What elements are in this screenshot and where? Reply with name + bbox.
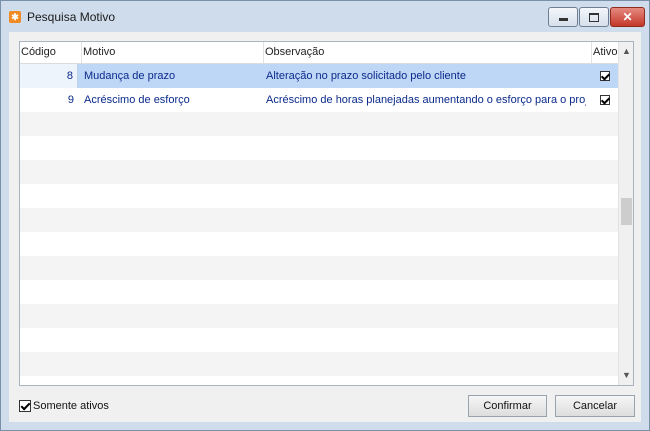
row-observacao[interactable]: Acréscimo de horas planejadas aumentando… [266, 88, 586, 112]
maximize-icon [589, 12, 599, 22]
empty-row [20, 136, 618, 160]
column-header-motivo[interactable]: Motivo [82, 42, 264, 63]
confirm-button[interactable]: Confirmar [468, 395, 547, 417]
vertical-scrollbar[interactable]: ▲ ▼ [618, 42, 633, 385]
cancel-button[interactable]: Cancelar [555, 395, 635, 417]
row-ativo[interactable] [596, 88, 614, 112]
empty-row [20, 160, 618, 184]
row-codigo[interactable]: 8 [20, 64, 78, 88]
title-bar[interactable]: ✱ Pesquisa Motivo ✕ [1, 1, 649, 33]
column-header-codigo[interactable]: Código [20, 42, 82, 63]
dialog-window: ✱ Pesquisa Motivo ✕ Código Motivo Observ… [0, 0, 650, 431]
grid-header: Código Motivo Observação Ativo [20, 42, 618, 64]
minimize-icon [558, 18, 568, 21]
ativo-checkbox[interactable] [600, 95, 610, 105]
row-ativo[interactable] [596, 64, 614, 88]
row-motivo[interactable]: Mudança de prazo [84, 64, 262, 88]
only-active-filter[interactable]: Somente ativos [19, 400, 109, 412]
window-title: Pesquisa Motivo [27, 10, 116, 24]
maximize-button[interactable] [579, 7, 609, 27]
empty-row [20, 184, 618, 208]
empty-row [20, 280, 618, 304]
scroll-up-arrow-icon[interactable]: ▲ [619, 44, 633, 59]
empty-row [20, 232, 618, 256]
grid-rows: 8 Mudança de prazo Alteração no prazo so… [20, 64, 618, 385]
empty-row [20, 208, 618, 232]
empty-row [20, 328, 618, 352]
ativo-checkbox[interactable] [600, 71, 610, 81]
empty-row [20, 304, 618, 328]
empty-row [20, 256, 618, 280]
only-active-label[interactable]: Somente ativos [33, 400, 109, 412]
column-header-ativo[interactable]: Ativo [592, 42, 618, 63]
scroll-down-arrow-icon[interactable]: ▼ [619, 368, 633, 383]
table-row[interactable]: 9 Acréscimo de esforço Acréscimo de hora… [20, 88, 618, 112]
close-button[interactable]: ✕ [610, 7, 645, 27]
app-logo-icon: ✱ [9, 11, 21, 23]
minimize-button[interactable] [548, 7, 578, 27]
close-icon: ✕ [622, 10, 633, 24]
row-observacao[interactable]: Alteração no prazo solicitado pelo clien… [266, 64, 586, 88]
column-header-observacao[interactable]: Observação [264, 42, 592, 63]
empty-row [20, 112, 618, 136]
row-codigo[interactable]: 9 [20, 88, 78, 112]
only-active-checkbox[interactable] [19, 400, 31, 412]
empty-row [20, 352, 618, 376]
table-row[interactable]: 8 Mudança de prazo Alteração no prazo so… [20, 64, 618, 88]
row-motivo[interactable]: Acréscimo de esforço [84, 88, 262, 112]
scroll-thumb[interactable] [621, 198, 632, 225]
results-grid[interactable]: Código Motivo Observação Ativo 8 Mudança… [19, 41, 634, 386]
dialog-body: Código Motivo Observação Ativo 8 Mudança… [9, 32, 641, 422]
